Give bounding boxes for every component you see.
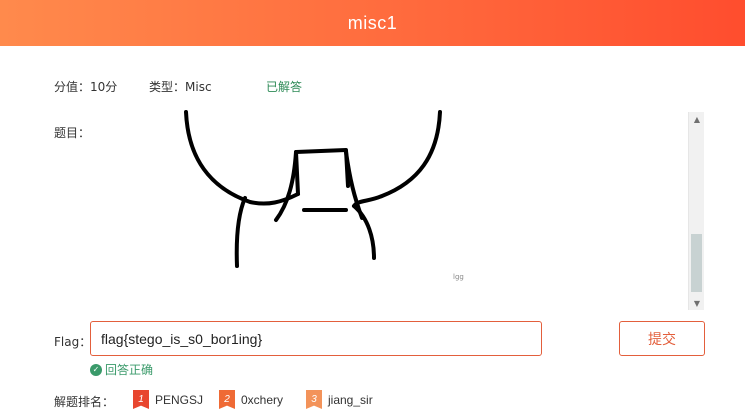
- submit-button[interactable]: 提交: [619, 321, 705, 356]
- score-text: 分值：10分: [54, 80, 118, 94]
- page-header: misc1: [0, 0, 745, 46]
- challenge-image-area: lgg: [150, 110, 686, 310]
- solved-status: 已解答: [266, 80, 303, 94]
- check-circle-icon: ✓: [90, 363, 102, 376]
- vertical-scrollbar[interactable]: ▲ ▼: [688, 112, 704, 310]
- rank-badge-icon: 1: [133, 390, 149, 409]
- scroll-up-icon[interactable]: ▲: [689, 112, 705, 126]
- ranking-label: 解题排名：: [54, 395, 115, 409]
- flag-label: Flag：: [54, 335, 92, 349]
- challenge-drawing: lgg: [184, 110, 464, 281]
- ranking-item: 2 0xchery: [219, 390, 283, 409]
- rank-badge-icon: 3: [306, 390, 322, 409]
- scrollbar-thumb[interactable]: [691, 234, 702, 292]
- rank-badge-icon: 2: [219, 390, 235, 409]
- ranking-item: 3 jiang_sir: [306, 390, 373, 409]
- answer-correct-message: ✓ 回答正确: [90, 361, 153, 378]
- flag-input[interactable]: [90, 321, 542, 356]
- scroll-down-icon[interactable]: ▼: [689, 296, 705, 310]
- ranking-username: 0xchery: [241, 392, 284, 407]
- type-text: 类型：Misc: [149, 80, 212, 94]
- ranking-username: jiang_sir: [328, 392, 373, 407]
- challenge-title: misc1: [347, 12, 398, 33]
- question-label: 题目：: [54, 126, 91, 140]
- image-watermark: lgg: [453, 273, 464, 281]
- answer-correct-text: 回答正确: [105, 363, 154, 377]
- ranking-item: 1 PENGSJ: [133, 390, 203, 409]
- ranking-username: PENGSJ: [155, 392, 204, 407]
